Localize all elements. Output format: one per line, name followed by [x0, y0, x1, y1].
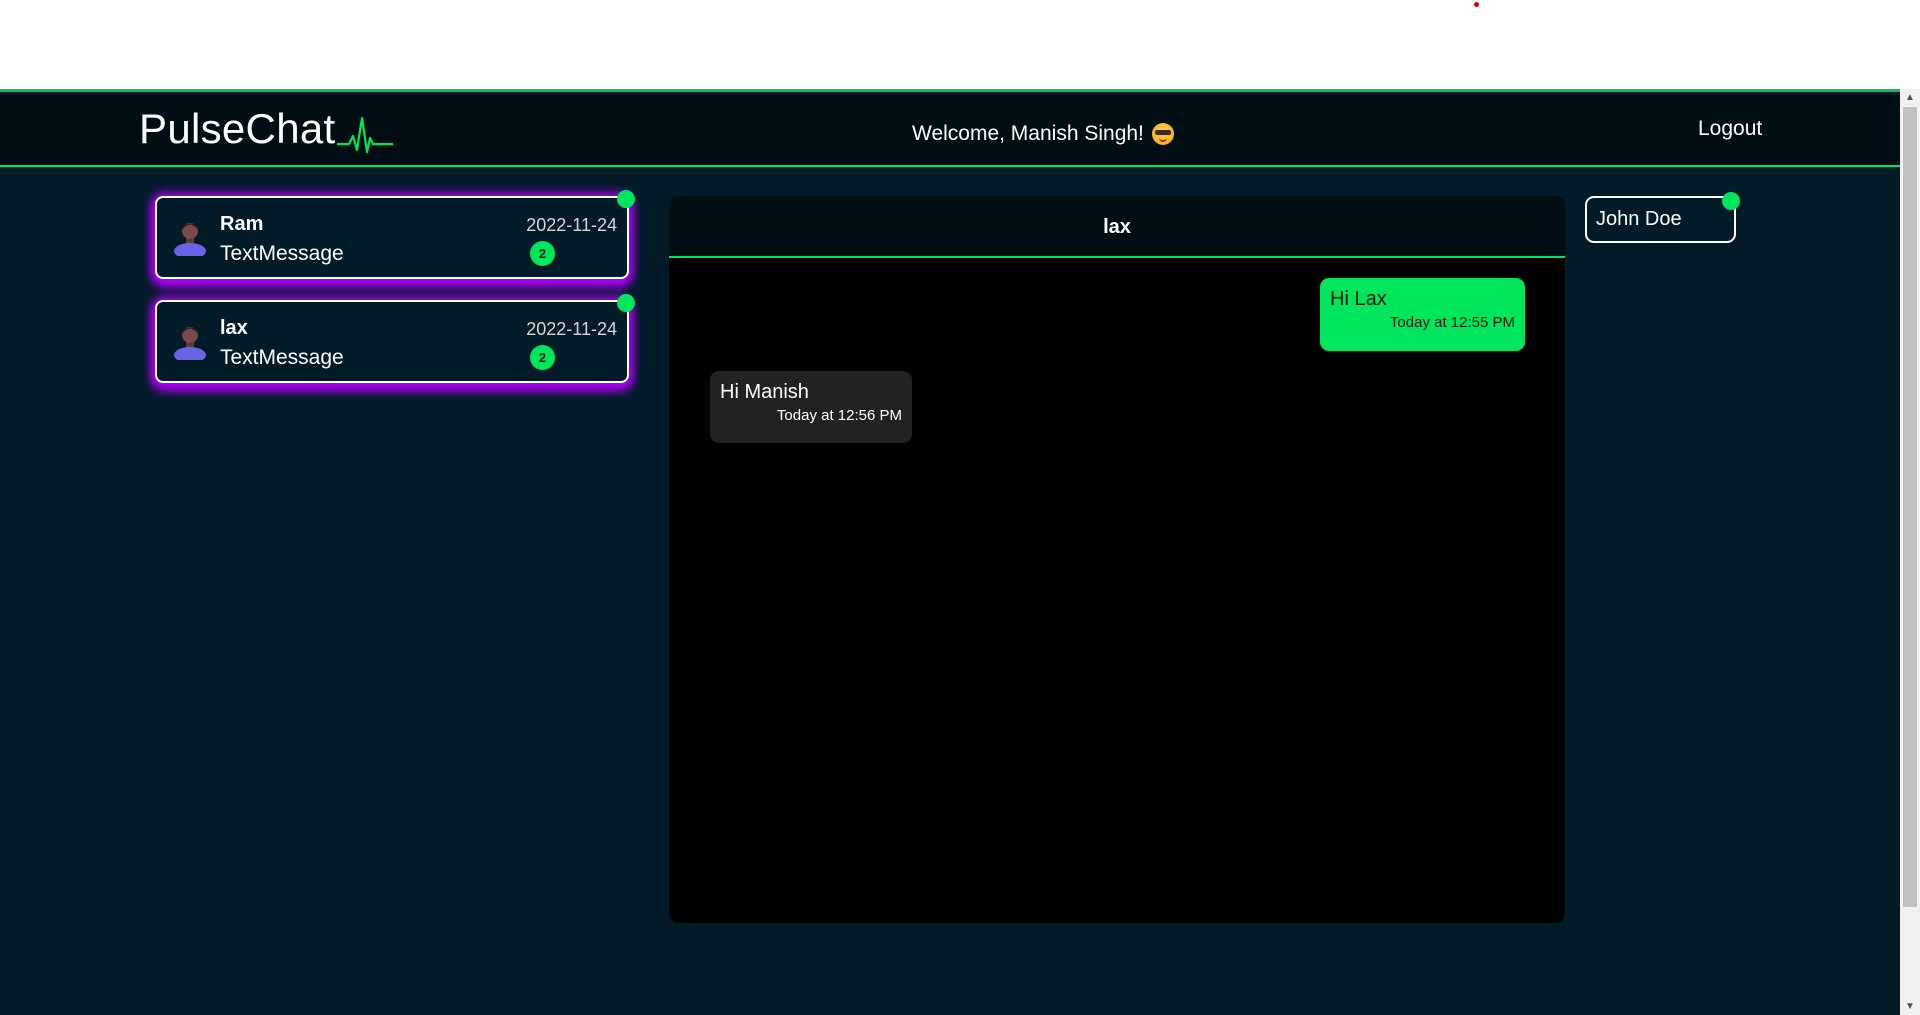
vertical-scrollbar[interactable]: ▲ ▼ — [1900, 89, 1920, 1015]
sunglasses-emoji-icon — [1151, 123, 1174, 145]
contact-name: Ram — [220, 213, 264, 235]
scrollbar-thumb[interactable] — [1903, 107, 1917, 907]
message-text: Hi Manish — [720, 381, 809, 403]
contact-card-ram[interactable]: Ram TextMessage 2022-11-24 2 — [155, 190, 635, 279]
online-status-dot — [617, 190, 635, 208]
scroll-up-arrow-icon[interactable]: ▲ — [1900, 89, 1920, 106]
unread-count-badge: 2 — [530, 241, 555, 266]
navbar: PulseChat Welcome, Manish Singh! Logout — [0, 95, 1900, 167]
scroll-down-arrow-icon[interactable]: ▼ — [1900, 998, 1920, 1015]
contact-name: lax — [220, 317, 248, 339]
contact-date: 2022-11-24 — [526, 319, 617, 339]
contact-date: 2022-11-24 — [526, 215, 617, 235]
contact-last-message: TextMessage — [220, 242, 344, 265]
contact-card-lax[interactable]: lax TextMessage 2022-11-24 2 — [155, 294, 635, 383]
contact-last-message: TextMessage — [220, 346, 344, 369]
message-timestamp: Today at 12:56 PM — [776, 407, 902, 424]
welcome-text: Welcome, Manish Singh! — [912, 122, 1144, 145]
online-user-name: John Doe — [1596, 208, 1682, 230]
user-avatar-icon — [174, 223, 206, 256]
online-user-john-doe[interactable]: John Doe — [1585, 192, 1740, 243]
outgoing-message-bubble: Hi Lax Today at 12:55 PM — [1320, 278, 1525, 351]
online-status-dot — [1722, 192, 1740, 210]
user-avatar-icon — [174, 327, 206, 360]
incoming-message-bubble: Hi Manish Today at 12:56 PM — [710, 371, 912, 443]
pulse-icon — [337, 116, 394, 154]
app-container: PulseChat Welcome, Manish Singh! Logout … — [0, 89, 1900, 1015]
chat-panel: lax Hi Lax Today at 12:55 PM Hi Manish T… — [669, 196, 1565, 923]
logout-button[interactable]: Logout — [1698, 117, 1762, 141]
online-status-dot — [617, 294, 635, 312]
chat-title: lax — [669, 196, 1565, 258]
brand-name: PulseChat — [139, 105, 336, 152]
red-dot-marker — [1474, 2, 1479, 7]
brand-logo[interactable]: PulseChat — [139, 105, 394, 154]
online-users-list: John Doe — [1585, 192, 1740, 243]
welcome-message: Welcome, Manish Singh! — [912, 122, 1174, 146]
message-timestamp: Today at 12:55 PM — [1389, 314, 1515, 331]
contact-list: Ram TextMessage 2022-11-24 2 lax TextMes… — [155, 190, 635, 404]
unread-count-badge: 2 — [530, 345, 555, 370]
browser-top-area — [0, 0, 1920, 89]
message-text: Hi Lax — [1330, 288, 1387, 310]
